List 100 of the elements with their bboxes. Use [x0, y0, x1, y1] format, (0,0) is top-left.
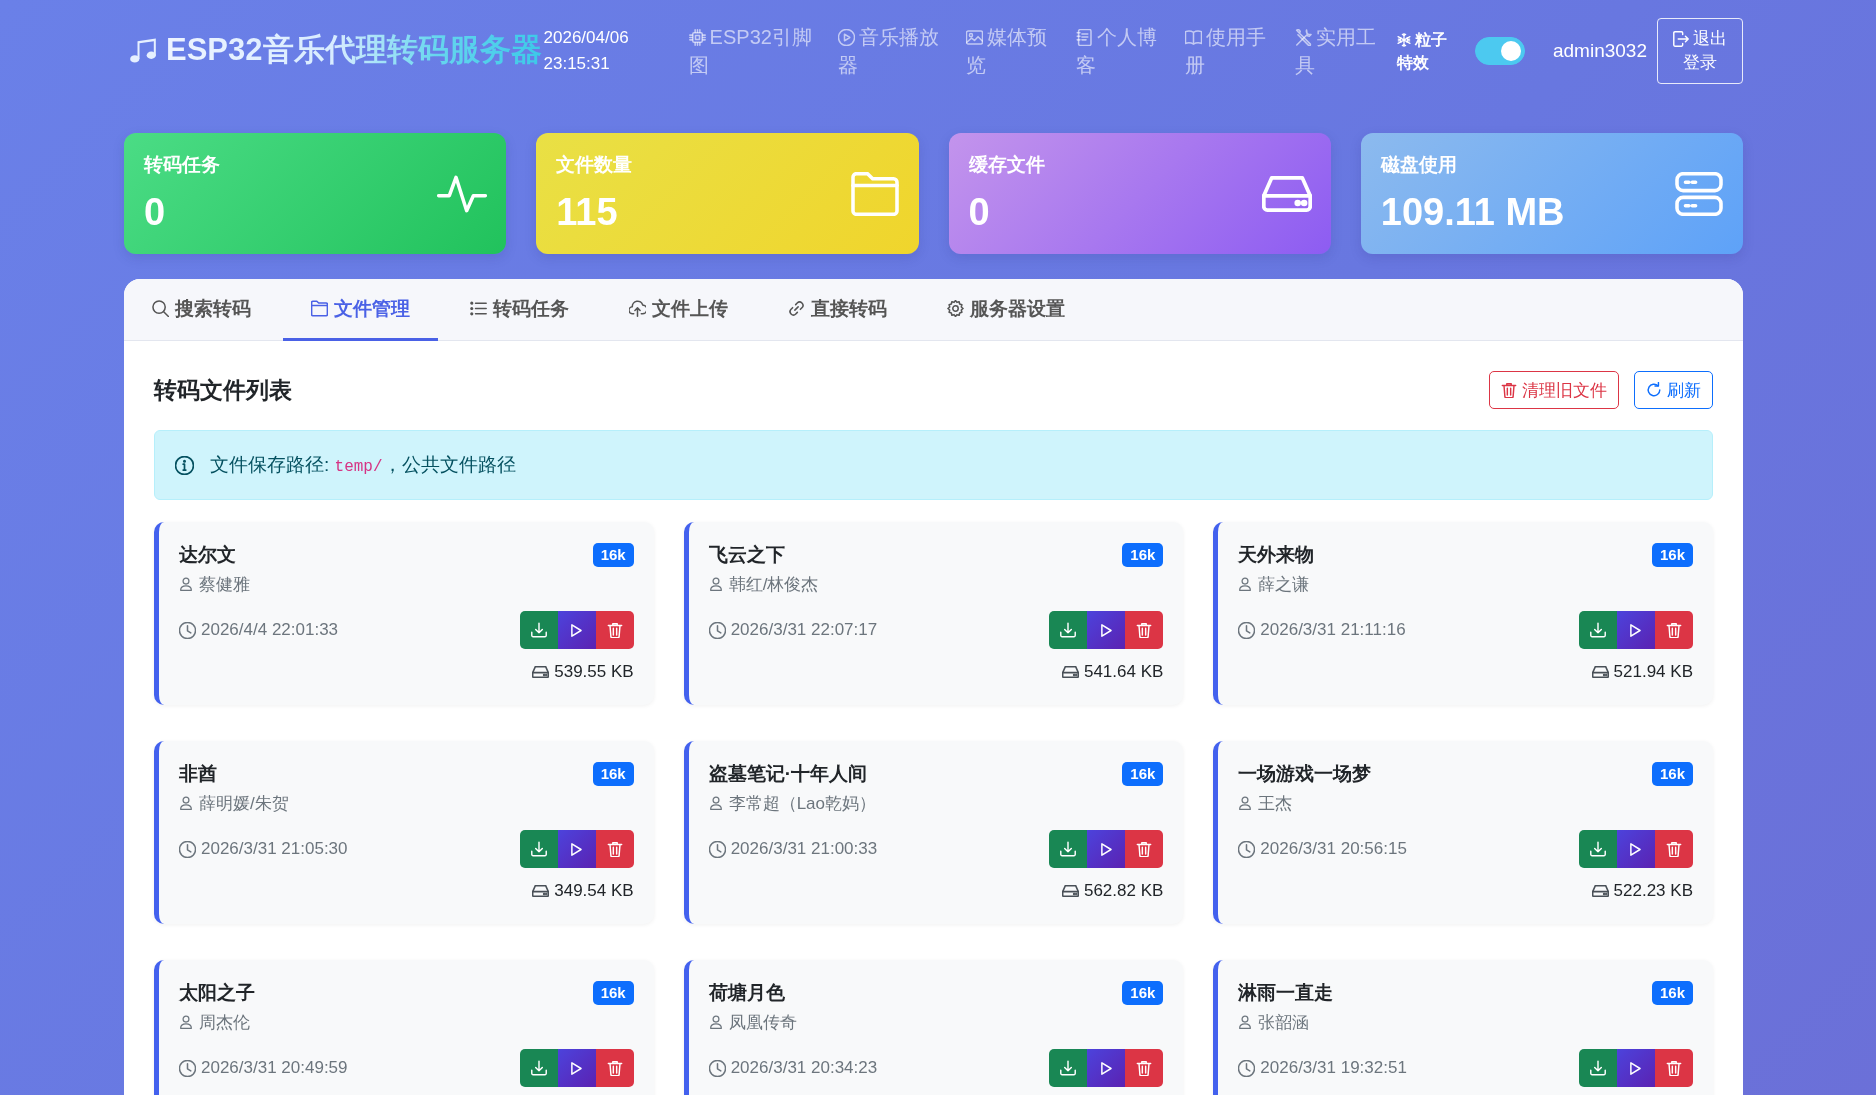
nav-link[interactable]: ESP32引脚图: [680, 22, 830, 79]
chip-icon: [688, 28, 706, 46]
artist-name: 周杰伦: [199, 1011, 250, 1034]
clock-icon: [1238, 621, 1256, 639]
delete-button[interactable]: [1125, 830, 1164, 868]
download-button[interactable]: [519, 1049, 558, 1087]
bitrate-badge: 16k: [1651, 762, 1693, 786]
artist-name: 凤凰传奇: [728, 1011, 797, 1034]
song-title: 盗墓笔记·十年人间: [708, 762, 867, 786]
play-button[interactable]: [1617, 830, 1655, 868]
timestamp: 2026/3/31 19:32:51: [1260, 1058, 1407, 1078]
clock-icon: [708, 1059, 726, 1077]
delete-button[interactable]: [595, 611, 634, 649]
clock-icon: [1238, 1059, 1256, 1077]
play-button[interactable]: [1617, 1049, 1655, 1087]
folder-icon: [849, 171, 900, 216]
tab[interactable]: 转码任务: [442, 279, 597, 341]
delete-button[interactable]: [595, 1049, 634, 1087]
server-icon: [1674, 171, 1724, 216]
trash-icon: [606, 622, 623, 638]
search-icon: [152, 300, 169, 317]
download-button[interactable]: [1579, 830, 1617, 868]
play-icon: [571, 1061, 583, 1075]
timestamp: 2026/3/31 21:11:16: [1260, 620, 1406, 640]
person-icon: [708, 796, 723, 810]
bitrate-badge: 16k: [1122, 762, 1164, 786]
play-icon: [1100, 1061, 1112, 1075]
trash-icon: [1666, 622, 1682, 638]
timestamp: 2026/3/31 20:34:23: [730, 1058, 878, 1078]
artist-name: 薛明媛/朱贺: [199, 792, 289, 815]
download-icon: [1060, 622, 1077, 638]
nav-link[interactable]: 使用手册: [1177, 22, 1288, 79]
download-button[interactable]: [1049, 611, 1088, 649]
bitrate-badge: 16k: [1651, 981, 1693, 1005]
nav-link[interactable]: 个人博客: [1067, 22, 1178, 79]
toggle-switch[interactable]: [1474, 36, 1525, 65]
trash-icon: [1666, 1060, 1682, 1076]
artist-name: 薛之谦: [1258, 573, 1310, 596]
stat-value: 109.11 MB: [1380, 191, 1565, 233]
delete-button[interactable]: [1655, 1049, 1693, 1087]
nav-link[interactable]: 媒体预览: [957, 22, 1068, 79]
download-icon: [1060, 1060, 1077, 1076]
tab[interactable]: 文件管理: [283, 279, 438, 341]
tab[interactable]: 直接转码: [760, 279, 915, 341]
timestamp: 2026/3/31 20:49:59: [201, 1058, 348, 1078]
download-button[interactable]: [1049, 830, 1088, 868]
play-button[interactable]: [557, 830, 596, 868]
delete-button[interactable]: [1125, 611, 1164, 649]
cloud-upload-icon: [629, 300, 646, 317]
toggle-label[interactable]: 粒子特效: [1396, 27, 1455, 74]
person-icon: [1238, 796, 1253, 810]
file-size: 521.94 KB: [1613, 661, 1693, 682]
timestamp: 2026/4/4 22:01:33: [201, 620, 339, 640]
download-icon: [530, 622, 547, 638]
delete-button[interactable]: [1125, 1049, 1164, 1087]
play-icon: [571, 623, 583, 637]
play-button[interactable]: [1087, 830, 1126, 868]
logout-icon: [1673, 30, 1689, 47]
stat-label: 磁盘使用: [1380, 153, 1457, 177]
timestamp: 2026/3/31 21:00:33: [730, 839, 878, 859]
download-icon: [1590, 841, 1606, 857]
download-button[interactable]: [1049, 1049, 1088, 1087]
bitrate-badge: 16k: [1122, 981, 1164, 1005]
song-title: 太阳之子: [179, 981, 255, 1005]
trash-icon: [606, 841, 623, 857]
book-icon: [1185, 28, 1203, 46]
bitrate-badge: 16k: [1122, 543, 1164, 567]
play-button[interactable]: [557, 1049, 596, 1087]
logout-button[interactable]: 退出登录: [1657, 17, 1743, 84]
download-button[interactable]: [1579, 611, 1617, 649]
drive-icon: [1591, 884, 1609, 897]
play-button[interactable]: [557, 611, 596, 649]
delete-button[interactable]: [1655, 611, 1693, 649]
nav-link[interactable]: 实用工具: [1287, 22, 1397, 79]
play-button[interactable]: [1617, 611, 1655, 649]
clock-icon: [708, 621, 726, 639]
song-title: 飞云之下: [708, 543, 785, 567]
tab[interactable]: 文件上传: [601, 279, 756, 341]
file-size: 349.54 KB: [554, 880, 634, 901]
artist-name: 韩红/林俊杰: [728, 573, 819, 596]
username: admin3032: [1552, 39, 1647, 62]
link-icon: [788, 300, 805, 317]
nav-link[interactable]: 音乐播放器: [829, 22, 958, 79]
info-icon: [175, 455, 194, 475]
trash-icon: [1136, 622, 1153, 638]
delete-button[interactable]: [595, 830, 634, 868]
download-button[interactable]: [1579, 1049, 1617, 1087]
time-text: 23:15:31: [543, 52, 610, 75]
tab[interactable]: 服务器设置: [919, 279, 1093, 341]
download-icon: [530, 1060, 547, 1076]
stat-label: 文件数量: [556, 153, 633, 177]
download-button[interactable]: [519, 830, 558, 868]
delete-button[interactable]: [1655, 830, 1693, 868]
download-button[interactable]: [519, 611, 558, 649]
clear-files-button[interactable]: 清理旧文件: [1489, 371, 1619, 409]
tab[interactable]: 搜索转码: [124, 279, 279, 341]
refresh-button[interactable]: 刷新: [1634, 371, 1713, 409]
song-title: 达尔文: [179, 543, 236, 567]
play-button[interactable]: [1087, 611, 1126, 649]
play-button[interactable]: [1087, 1049, 1126, 1087]
